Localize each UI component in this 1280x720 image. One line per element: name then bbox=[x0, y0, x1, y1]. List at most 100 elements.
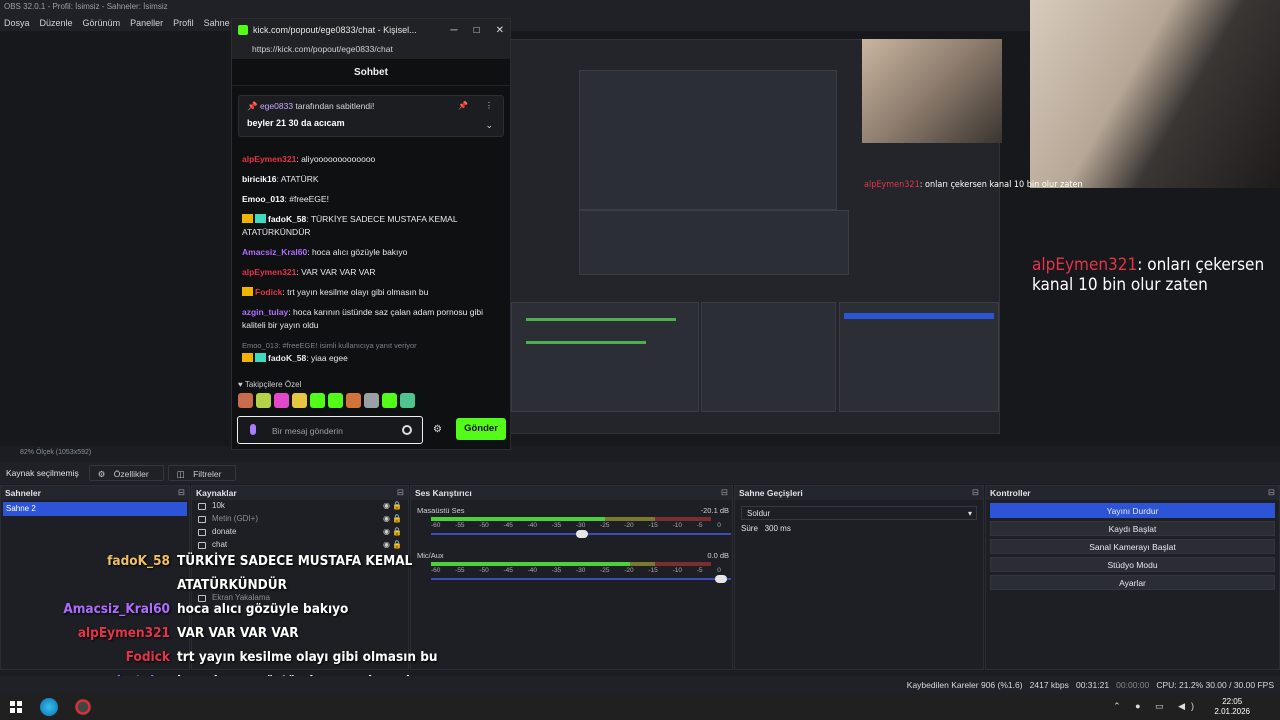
filters-button[interactable]: ◫ Filtreler bbox=[167, 465, 237, 481]
chat-url-bar[interactable]: https://kick.com/popout/ege0833/chat bbox=[232, 41, 510, 59]
emote-icon[interactable] bbox=[292, 393, 307, 408]
chat-username[interactable]: Amacsiz_Kral60 bbox=[242, 247, 307, 257]
meter-tick: -30 bbox=[575, 522, 586, 529]
meter-tick: -15 bbox=[648, 522, 658, 529]
menu-paneller[interactable]: Paneller bbox=[130, 18, 163, 28]
volume-knob[interactable] bbox=[715, 575, 727, 583]
meter-tick: -25 bbox=[600, 567, 610, 574]
transition-select[interactable]: Soldur ▾ bbox=[741, 506, 977, 520]
cpu-fps: CPU: 21.2% 30.00 / 30.00 FPS bbox=[1156, 680, 1274, 690]
emote-icon[interactable] bbox=[274, 393, 289, 408]
emote-icon[interactable] bbox=[400, 393, 415, 408]
emote-icon[interactable] bbox=[310, 393, 325, 408]
chat-username[interactable]: alpEymen321 bbox=[242, 267, 296, 277]
close-icon[interactable]: ✕ bbox=[496, 25, 504, 36]
chevron-down-icon[interactable]: ⌄ bbox=[485, 120, 493, 131]
minimize-icon[interactable]: ─ bbox=[450, 25, 457, 36]
bitrate: 2417 kbps bbox=[1029, 680, 1069, 690]
menu-profil[interactable]: Profil bbox=[173, 18, 194, 28]
maximize-icon[interactable]: □ bbox=[474, 25, 480, 36]
transitions-dock-title: Sahne Geçişleri ⊟ bbox=[735, 486, 983, 500]
obs-status-bar: Kaybedilen Kareler 906 (%1.6) 2417 kbps … bbox=[0, 676, 1280, 694]
track-name: Masaüstü Ses bbox=[417, 506, 465, 515]
eye-icon[interactable]: ◉ bbox=[383, 514, 390, 523]
lock-icon[interactable]: 🔒 bbox=[392, 501, 402, 510]
nested-controls bbox=[839, 302, 999, 412]
menu-gorunum[interactable]: Görünüm bbox=[83, 18, 121, 28]
chat-username[interactable]: Fodick bbox=[255, 287, 282, 297]
tray-icons[interactable]: ⌃ ● ▭ ◀) bbox=[1113, 701, 1200, 712]
obs-icon[interactable] bbox=[74, 698, 92, 716]
meter-tick: -30 bbox=[575, 567, 586, 574]
eye-icon[interactable]: ◉ bbox=[383, 540, 390, 549]
chat-message: alpEymen321: VAR VAR VAR VAR bbox=[242, 266, 504, 279]
transition-duration[interactable]: Süre 300 ms bbox=[741, 524, 977, 533]
meter-tick: -55 bbox=[455, 522, 465, 529]
chat-text: : hoca alıcı gözüyle bakıyo bbox=[307, 247, 408, 257]
chat-username[interactable]: biricik16 bbox=[242, 174, 277, 184]
lock-icon[interactable]: 🔒 bbox=[392, 514, 402, 523]
chat-username[interactable]: fadoK_58 bbox=[268, 214, 306, 224]
emote-icon[interactable] bbox=[346, 393, 361, 408]
source-type-icon bbox=[198, 503, 206, 510]
more-icon[interactable]: ⋮ bbox=[485, 101, 493, 110]
meter-tick: 0 bbox=[717, 522, 721, 529]
scene-item[interactable]: Sahne 2 bbox=[3, 502, 187, 516]
start-recording-button[interactable]: Kaydı Başlat bbox=[990, 521, 1275, 536]
chevron-down-icon: ▾ bbox=[967, 509, 972, 518]
menu-duzenle[interactable]: Düzenle bbox=[40, 18, 73, 28]
source-item[interactable]: Metin (GDI+) ◉ 🔒 bbox=[192, 513, 408, 526]
dropped-frames: Kaybedilen Kareler 906 (%1.6) bbox=[906, 680, 1023, 690]
gear-icon[interactable]: ⚙ bbox=[433, 424, 442, 435]
chat-message: Amacsiz_Kral60: hoca alıcı gözüyle bakıy… bbox=[242, 246, 504, 259]
properties-button[interactable]: ⚙ Özellikler bbox=[88, 465, 164, 481]
emoji-icon[interactable] bbox=[402, 425, 412, 435]
tray-clock[interactable]: 22:05 2.01.2026 bbox=[1214, 697, 1250, 717]
chat-popout-window: kick.com/popout/ege0833/chat - Kişisel..… bbox=[231, 18, 511, 450]
track-db: -20.1 dB bbox=[700, 506, 729, 515]
eye-icon[interactable]: ◉ bbox=[383, 501, 390, 510]
lock-icon[interactable]: 🔒 bbox=[392, 527, 402, 536]
emote-icon[interactable] bbox=[238, 393, 253, 408]
pinned-message[interactable]: 📌 ege0833 tarafından sabitlendi! beyler … bbox=[238, 95, 504, 137]
send-button[interactable]: Gönder bbox=[456, 418, 506, 440]
emote-icon[interactable] bbox=[328, 393, 343, 408]
chat-username[interactable]: Emoo_013 bbox=[242, 194, 285, 204]
overlay-chat-nested: alpEymen321: onları çekersen kanal 10 bi… bbox=[864, 180, 1083, 190]
chat-username[interactable]: alpEymen321 bbox=[242, 154, 296, 164]
studio-mode-button[interactable]: Stüdyo Modu bbox=[990, 557, 1275, 572]
webcam-small bbox=[862, 39, 1002, 143]
chat-text: : trt yayın kesilme olayı gibi olmasın b… bbox=[282, 287, 429, 297]
stop-stream-button[interactable]: Yayını Durdur bbox=[990, 503, 1275, 518]
nested-docks bbox=[579, 210, 849, 275]
windows-start-icon[interactable] bbox=[10, 701, 22, 713]
chat-username[interactable]: fadoK_58 bbox=[268, 353, 306, 363]
source-label: chat bbox=[212, 540, 228, 549]
emote-icon[interactable] bbox=[382, 393, 397, 408]
eye-icon[interactable]: ◉ bbox=[383, 527, 390, 536]
chat-username[interactable]: azgin_tulay bbox=[242, 307, 288, 317]
volume-knob[interactable] bbox=[575, 530, 588, 538]
crown-icon bbox=[242, 353, 253, 362]
source-item[interactable]: 10k ◉ 🔒 bbox=[192, 500, 408, 513]
live-time: 00:31:21 bbox=[1075, 680, 1110, 690]
source-item[interactable]: donate ◉ 🔒 bbox=[192, 526, 408, 539]
tray-time: 22:05 bbox=[1222, 697, 1243, 706]
track-db: 0.0 dB bbox=[707, 551, 729, 560]
menu-dosya[interactable]: Dosya bbox=[4, 18, 30, 28]
start-virtual-camera-button[interactable]: Sanal Kamerayı Başlat bbox=[990, 539, 1275, 554]
lock-icon[interactable]: 🔒 bbox=[392, 540, 402, 549]
meter-tick: -5 bbox=[696, 567, 703, 574]
transition-value: Soldur bbox=[747, 509, 771, 518]
chat-message: fadoK_58: yiaa egee bbox=[242, 352, 504, 365]
overlay-message: ATATÜRKÜNDÜR bbox=[177, 577, 287, 593]
edge-icon[interactable] bbox=[40, 698, 58, 716]
chat-input-placeholder: Bir mesaj gönderin bbox=[272, 426, 343, 436]
emote-icon[interactable] bbox=[364, 393, 379, 408]
chat-message-input[interactable]: Bir mesaj gönderin bbox=[237, 416, 423, 444]
emote-icon[interactable] bbox=[256, 393, 271, 408]
pin-icon[interactable]: 📌 bbox=[458, 101, 468, 110]
settings-button[interactable]: Ayarlar bbox=[990, 575, 1275, 590]
mic-icon[interactable] bbox=[250, 424, 256, 435]
chat-message: biricik16: ATATÜRK bbox=[242, 173, 504, 186]
